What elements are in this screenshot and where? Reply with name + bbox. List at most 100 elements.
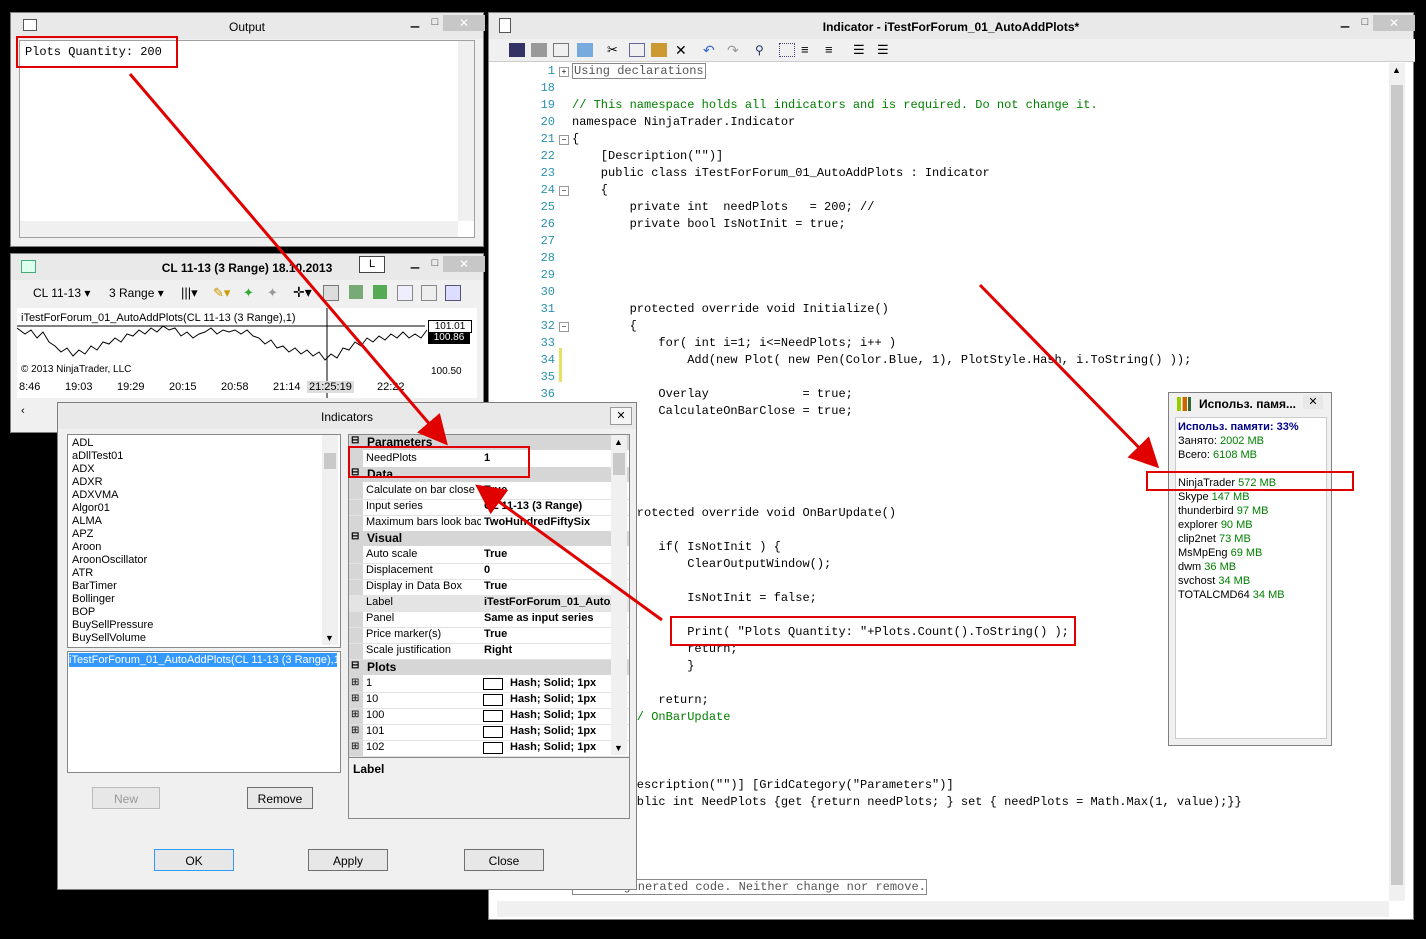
- property-row[interactable]: Maximum bars look back TwoHundredFiftySix: [349, 515, 629, 532]
- scroll-down-icon[interactable]: ▼: [325, 633, 334, 643]
- fold-collapse-icon[interactable]: −: [559, 322, 569, 332]
- list-item[interactable]: aDllTest01: [72, 450, 123, 463]
- editor-scroll-thumb[interactable]: [1391, 85, 1403, 885]
- property-grid-scrollbar[interactable]: ▲ ▼: [611, 435, 627, 755]
- plot-row[interactable]: ⊞ 102 Hash; Solid; 1px: [349, 740, 629, 757]
- l-button[interactable]: L: [359, 256, 385, 273]
- expand-icon[interactable]: ⊞: [351, 725, 359, 736]
- list-item[interactable]: APZ: [72, 528, 93, 541]
- pin-icon[interactable]: ✦: [243, 285, 254, 301]
- property-grid[interactable]: ⊟ Parameters NeedPlots 1 ⊟ Data Calculate o…: [348, 434, 630, 758]
- ok-button[interactable]: OK: [154, 849, 234, 871]
- print-icon[interactable]: [531, 43, 547, 57]
- list-item[interactable]: Algor01: [72, 502, 110, 515]
- expand-icon[interactable]: ⊞: [351, 677, 359, 688]
- new-button[interactable]: New: [92, 787, 160, 809]
- chart-scroll-left-icon[interactable]: ‹: [21, 405, 25, 417]
- find-icon[interactable]: ⚲: [755, 43, 771, 57]
- replace-icon[interactable]: [779, 43, 795, 57]
- paste-icon[interactable]: [651, 43, 667, 57]
- list-item[interactable]: AroonOscillator: [72, 554, 147, 567]
- list-item[interactable]: ALMA: [72, 515, 102, 528]
- chart-titlebar[interactable]: CL 11-13 (3 Range) 18.10.2013 L ▁ □ ✕: [11, 254, 485, 280]
- list-item[interactable]: Bollinger: [72, 593, 115, 606]
- property-row[interactable]: Calculate on bar close True: [349, 483, 629, 500]
- plot-row[interactable]: ⊞ 10 Hash; Solid; 1px: [349, 692, 629, 709]
- fold-collapse-icon[interactable]: −: [559, 186, 569, 196]
- copy-icon[interactable]: [629, 43, 645, 57]
- indent-icon[interactable]: ≡: [801, 43, 817, 57]
- scroll-up-icon[interactable]: ▲: [1392, 65, 1401, 75]
- data-box-icon[interactable]: [421, 285, 437, 301]
- memory-widget-titlebar[interactable]: Использ. памя... ✕: [1169, 393, 1331, 415]
- pin-gray-icon[interactable]: ✦: [267, 285, 278, 301]
- property-value[interactable]: Same as input series: [484, 612, 612, 624]
- close-icon[interactable]: ✕: [1373, 15, 1415, 31]
- expand-icon[interactable]: ⊞: [351, 741, 359, 752]
- property-row[interactable]: Display in Data Box True: [349, 579, 629, 596]
- category-plots[interactable]: ⊟ Plots: [349, 660, 629, 675]
- uncomment-icon[interactable]: ☰: [877, 43, 893, 57]
- property-value[interactable]: True: [484, 580, 612, 592]
- property-row[interactable]: Auto scale True: [349, 547, 629, 564]
- save-icon[interactable]: [509, 43, 525, 57]
- comment-icon[interactable]: ☰: [853, 43, 869, 57]
- category-visual[interactable]: ⊟ Visual: [349, 531, 629, 546]
- property-row[interactable]: Price marker(s) True: [349, 627, 629, 644]
- close-icon[interactable]: ✕: [1303, 395, 1323, 409]
- collapsed-region[interactable]: Using declarations: [572, 63, 706, 79]
- property-value[interactable]: True: [484, 628, 612, 640]
- list-item[interactable]: ADL: [72, 437, 93, 450]
- expand-icon[interactable]: ⊞: [351, 709, 359, 720]
- bar-style-icon[interactable]: |||▾: [181, 285, 198, 301]
- redo-icon[interactable]: ↷: [727, 43, 743, 57]
- list-item[interactable]: ADXVMA: [72, 489, 118, 502]
- crosshair-icon[interactable]: ✛▾: [293, 284, 312, 301]
- applied-indicator-item[interactable]: iTestForForum_01_AutoAddPlots(CL 11-13 (…: [69, 653, 337, 667]
- property-value[interactable]: CL 11-13 (3 Range): [484, 500, 612, 512]
- indicators-titlebar[interactable]: Indicators ✕: [58, 403, 636, 429]
- indicator-list-scrollbar[interactable]: ▼: [322, 435, 338, 645]
- indicator-list[interactable]: ADL aDllTest01 ADX ADXR ADXVMA Algor01 A…: [67, 434, 341, 648]
- compile-icon[interactable]: [577, 43, 593, 57]
- scroll-thumb[interactable]: [324, 453, 336, 469]
- fold-collapse-icon[interactable]: −: [559, 135, 569, 145]
- property-row[interactable]: Panel Same as input series: [349, 611, 629, 628]
- applied-indicator-list[interactable]: iTestForForum_01_AutoAddPlots(CL 11-13 (…: [67, 651, 341, 773]
- editor-titlebar[interactable]: Indicator - iTestForForum_01_AutoAddPlot…: [489, 13, 1415, 39]
- fold-expand-icon[interactable]: +: [559, 67, 569, 77]
- cut-icon[interactable]: ✂: [607, 43, 623, 57]
- list-item[interactable]: BOP: [72, 606, 95, 619]
- zoom-icon[interactable]: [323, 285, 339, 301]
- close-icon[interactable]: ✕: [443, 256, 485, 272]
- period-dropdown[interactable]: 3 Range ▾: [109, 286, 164, 300]
- scroll-down-icon[interactable]: ▼: [614, 743, 623, 753]
- editor-horizontal-scrollbar[interactable]: [497, 901, 1389, 917]
- scroll-up-icon[interactable]: ▲: [614, 437, 623, 447]
- property-value[interactable]: TwoHundredFiftySix: [484, 516, 612, 528]
- delete-icon[interactable]: ✕: [675, 43, 691, 57]
- strategy-icon[interactable]: [373, 285, 387, 299]
- plot-row[interactable]: ⊞ 100 Hash; Solid; 1px: [349, 708, 629, 725]
- plot-row[interactable]: ⊞ 101 Hash; Solid; 1px: [349, 724, 629, 741]
- scroll-thumb[interactable]: [613, 453, 625, 475]
- close-button[interactable]: Close: [464, 849, 544, 871]
- list-item[interactable]: Aroon: [72, 541, 101, 554]
- outdent-icon[interactable]: ≡: [825, 43, 841, 57]
- plot-row[interactable]: ⊞ 1 Hash; Solid; 1px: [349, 676, 629, 693]
- instrument-dropdown[interactable]: CL 11-13 ▾: [33, 286, 90, 300]
- property-row[interactable]: Displacement 0: [349, 563, 629, 580]
- apply-button[interactable]: Apply: [308, 849, 388, 871]
- list-item[interactable]: BuySellVolume: [72, 632, 146, 645]
- output-vertical-scrollbar[interactable]: [458, 41, 474, 221]
- property-row[interactable]: Scale justification Right: [349, 643, 629, 660]
- list-item[interactable]: BarTimer: [72, 580, 117, 593]
- properties-icon[interactable]: [349, 285, 363, 299]
- list-item[interactable]: ATR: [72, 567, 93, 580]
- list-item[interactable]: ADXR: [72, 476, 103, 489]
- close-icon[interactable]: ✕: [610, 407, 632, 425]
- template-icon[interactable]: [445, 285, 461, 301]
- print-preview-icon[interactable]: [553, 43, 569, 57]
- drawing-pencil-icon[interactable]: ✎▾: [213, 285, 230, 301]
- output-horizontal-scrollbar[interactable]: [20, 221, 458, 237]
